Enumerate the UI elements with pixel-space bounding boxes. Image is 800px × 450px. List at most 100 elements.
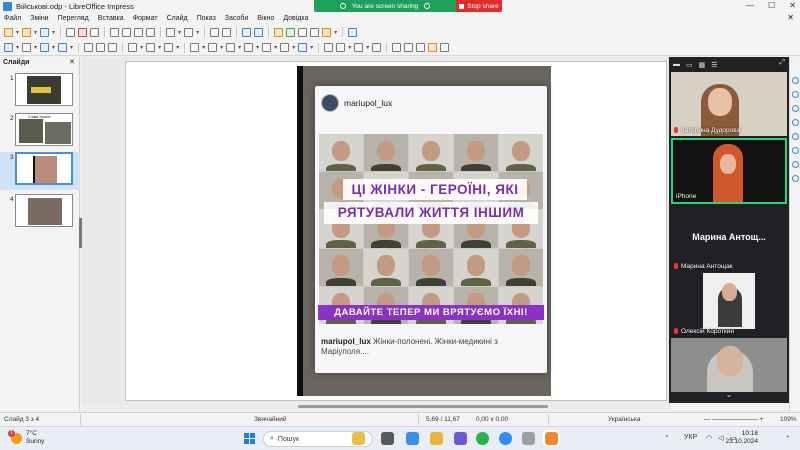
undo-icon[interactable]: [166, 27, 176, 37]
speaker-view-icon[interactable]: ▭: [686, 61, 693, 69]
arrange-icon[interactable]: [354, 43, 364, 52]
menu-view[interactable]: Перегляд: [58, 15, 89, 22]
arrange-dropdown-icon[interactable]: ▾: [366, 44, 369, 51]
stars-dropdown-icon[interactable]: ▾: [292, 44, 295, 51]
menu-edit[interactable]: Зміни: [30, 15, 48, 22]
connectors-dropdown-icon[interactable]: ▾: [176, 44, 179, 51]
app-icon[interactable]: [522, 432, 535, 445]
line-tool-icon[interactable]: [84, 43, 94, 52]
close-document-button[interactable]: ✕: [787, 12, 794, 24]
block-arrows-dropdown-icon[interactable]: ▾: [238, 44, 241, 51]
navigator-icon[interactable]: [792, 161, 799, 168]
redo-icon[interactable]: [184, 27, 194, 37]
slide-photo[interactable]: mariupol_lux ЦІ ЖІНКИ - ГЕРОЇНІ, ЯКІ РЯТ…: [297, 66, 551, 396]
properties-icon[interactable]: [792, 77, 799, 84]
print-icon[interactable]: [90, 27, 100, 37]
current-slide[interactable]: mariupol_lux ЦІ ЖІНКИ - ГЕРОЇНІ, ЯКІ РЯТ…: [125, 61, 667, 401]
keyboard-language[interactable]: УКР: [684, 434, 697, 441]
participant-tile[interactable]: [671, 338, 787, 392]
align-icon[interactable]: [336, 43, 346, 52]
volume-icon[interactable]: ◁: [718, 434, 723, 442]
basic-shapes-icon[interactable]: [190, 43, 200, 52]
slide-preview[interactable]: [15, 194, 73, 227]
windows-start-icon[interactable]: [244, 433, 255, 444]
table-dropdown-icon[interactable]: ▾: [334, 29, 337, 36]
copy-icon[interactable]: [122, 27, 132, 37]
ellipse-tool-icon[interactable]: [108, 43, 118, 52]
extrusion-icon[interactable]: [428, 43, 438, 52]
toggle-points-icon[interactable]: [440, 43, 450, 52]
undo-dropdown-icon[interactable]: ▾: [178, 29, 181, 36]
zoom-level[interactable]: 109%: [780, 416, 797, 423]
new-dropdown-icon[interactable]: ▾: [16, 29, 19, 36]
basic-shapes-dropdown-icon[interactable]: ▾: [202, 44, 205, 51]
select-icon[interactable]: [4, 43, 13, 52]
menu-icon[interactable]: ☰: [711, 61, 717, 69]
cut-icon[interactable]: [110, 27, 120, 37]
connectors-icon[interactable]: [164, 43, 174, 52]
minimize-call-icon[interactable]: ▬: [673, 61, 680, 68]
slide-transition-icon[interactable]: [792, 91, 799, 98]
participant-tile[interactable]: Марина Антощ... Марина Антощак: [671, 206, 787, 272]
callouts-dropdown-icon[interactable]: ▾: [274, 44, 277, 51]
widget-icon[interactable]: [352, 432, 365, 445]
curves-dropdown-icon[interactable]: ▾: [158, 44, 161, 51]
scrollbar-thumb[interactable]: [298, 405, 548, 408]
tray-chevron-icon[interactable]: ⌃: [664, 434, 670, 442]
zoom-slider[interactable]: — ——————— +: [704, 416, 763, 423]
menu-tools[interactable]: Засоби: [225, 15, 249, 22]
image-icon[interactable]: [274, 27, 284, 37]
weather-widget[interactable]: 1 7°C Sunny: [8, 429, 44, 446]
slide-preview[interactable]: [15, 152, 73, 185]
flowchart-icon[interactable]: [244, 43, 254, 52]
menu-window[interactable]: Вікно: [257, 15, 274, 22]
callouts-icon[interactable]: [262, 43, 272, 52]
scroll-down-icon[interactable]: ⌄: [669, 390, 789, 399]
save-icon[interactable]: [40, 27, 50, 37]
export-icon[interactable]: [66, 27, 76, 37]
table-icon[interactable]: [310, 27, 320, 37]
arrow-lines-icon[interactable]: [128, 43, 138, 52]
close-pane-icon[interactable]: ✕: [69, 57, 75, 68]
gallery-view-icon[interactable]: ▦: [699, 61, 706, 69]
flowchart-dropdown-icon[interactable]: ▾: [256, 44, 259, 51]
rotate-icon[interactable]: [324, 43, 334, 52]
whatsapp-icon[interactable]: [476, 432, 489, 445]
participant-tile-active-speaker[interactable]: iPhone: [671, 138, 787, 204]
clock[interactable]: 10:18 23.10.2024: [725, 430, 758, 446]
close-window-button[interactable]: ✕: [789, 0, 796, 12]
gallery-icon[interactable]: [792, 147, 799, 154]
styles-icon[interactable]: [792, 133, 799, 140]
curves-icon[interactable]: [146, 43, 156, 52]
crop-icon[interactable]: [404, 43, 414, 52]
task-view-icon[interactable]: [381, 432, 394, 445]
shadow-icon[interactable]: [392, 43, 402, 52]
3d-objects-icon[interactable]: [298, 43, 308, 52]
impress-taskbar-icon[interactable]: [543, 430, 560, 447]
slide-layout-icon[interactable]: [348, 27, 358, 37]
find-replace-icon[interactable]: [210, 27, 220, 37]
menu-file[interactable]: Файл: [4, 15, 21, 22]
export-pdf-icon[interactable]: [78, 27, 88, 37]
slide-thumbnail-3[interactable]: 3: [0, 152, 80, 190]
horizontal-scrollbar[interactable]: [82, 403, 668, 410]
filter-icon[interactable]: [416, 43, 426, 52]
align-dropdown-icon[interactable]: ▾: [348, 44, 351, 51]
store-icon[interactable]: [454, 432, 467, 445]
fill-color-icon[interactable]: [58, 43, 68, 52]
select-dropdown-icon[interactable]: ▾: [16, 44, 19, 51]
file-explorer-icon[interactable]: [430, 432, 443, 445]
save-dropdown-icon[interactable]: ▾: [52, 29, 55, 36]
slide-preview[interactable]: Слава Україні: [15, 113, 73, 146]
slide-thumbnail-2[interactable]: 2 Слава Україні: [0, 113, 80, 151]
symbol-dropdown-icon[interactable]: ▾: [220, 44, 223, 51]
menu-help[interactable]: Довідка: [283, 15, 308, 22]
display-grid-icon[interactable]: [242, 27, 252, 37]
master-slides-icon[interactable]: [792, 119, 799, 126]
menu-format[interactable]: Формат: [133, 15, 158, 22]
redo-dropdown-icon[interactable]: ▾: [196, 29, 199, 36]
stop-share-button[interactable]: Stop share: [456, 0, 502, 12]
animation-icon[interactable]: [792, 105, 799, 112]
pin-icon[interactable]: [339, 3, 346, 9]
stars-icon[interactable]: [280, 43, 290, 52]
